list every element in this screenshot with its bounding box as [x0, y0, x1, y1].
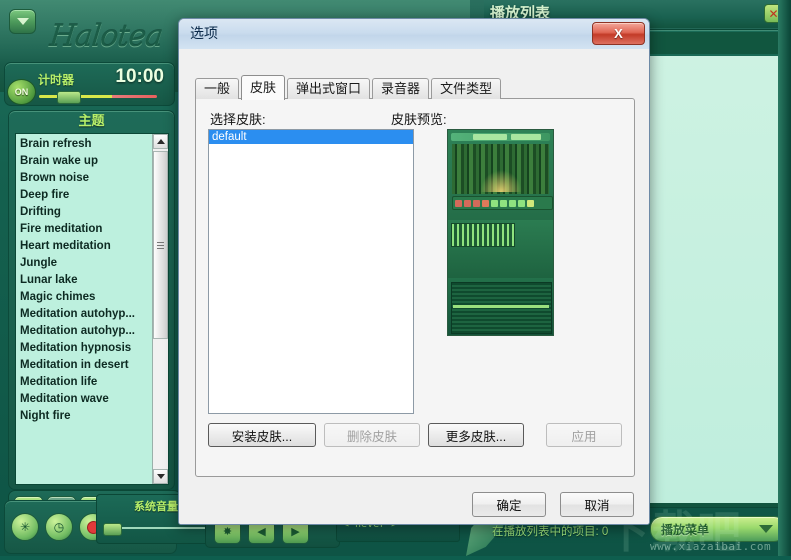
theme-list-item[interactable]: Fire meditation [16, 221, 168, 238]
ok-button[interactable]: 确定 [472, 492, 546, 517]
theme-list-item[interactable]: Meditation autohyp... [16, 323, 168, 340]
theme-list-item[interactable]: Heart meditation [16, 238, 168, 255]
settings-gear-icon[interactable]: ✳ [11, 513, 39, 541]
scroll-down-icon[interactable] [153, 469, 168, 484]
preview-forest-art [452, 144, 549, 194]
close-icon[interactable]: X [592, 22, 645, 45]
dialog-tabstrip: 一般 皮肤 弹出式窗口 录音器 文件类型 [195, 75, 633, 100]
delete-skin-button: 删除皮肤 [324, 423, 420, 447]
app-menu-button[interactable] [9, 9, 36, 34]
dialog-titlebar [179, 19, 649, 50]
theme-list-item[interactable]: Brain wake up [16, 153, 168, 170]
preview-player-top [448, 130, 553, 221]
preview-controls [452, 196, 553, 210]
theme-list-item[interactable]: Brown noise [16, 170, 168, 187]
dialog-title: 选项 [190, 25, 218, 41]
chevron-down-icon [16, 18, 29, 25]
theme-list-item[interactable]: Meditation life [16, 374, 168, 391]
theme-list-item[interactable]: Deep fire [16, 187, 168, 204]
tab-3[interactable]: 录音器 [372, 78, 430, 99]
theme-list-item[interactable]: Night fire [16, 408, 168, 425]
install-skin-button[interactable]: 安装皮肤... [208, 423, 316, 447]
timer-slider[interactable] [39, 91, 157, 104]
timer-panel: ON 计时器 10:00 [4, 62, 175, 106]
skin-tab-panel: 选择皮肤: 皮肤预览: default 安装皮肤... 删除皮肤 更多皮肤...… [195, 98, 635, 477]
timer-slider-knob[interactable] [57, 91, 81, 104]
timer-label: 计时器 [38, 73, 75, 87]
theme-list-item[interactable]: Meditation wave [16, 391, 168, 408]
theme-list-scrollbar[interactable] [152, 134, 168, 484]
theme-list-item[interactable]: Meditation autohyp... [16, 306, 168, 323]
tab-1[interactable]: 皮肤 [241, 75, 286, 100]
scroll-up-icon[interactable] [153, 134, 168, 149]
theme-list-item[interactable]: Magic chimes [16, 289, 168, 306]
theme-list-item[interactable]: Lunar lake [16, 272, 168, 289]
timer-value: 10:00 [115, 66, 164, 87]
theme-panel: 主题 Brain refresh Brain wake up Brown noise… [8, 110, 175, 490]
preview-playlist-view [448, 278, 553, 335]
playlist-menu-label: 播放菜单 [661, 522, 710, 537]
app-logo: Halotea [47, 18, 165, 54]
window-right-edge [778, 0, 791, 556]
playlist-item-count: 在播放列表中的项目: 0 [492, 526, 609, 538]
tab-2[interactable]: 弹出式窗口 [287, 78, 371, 99]
preview-equalizer [448, 220, 553, 278]
skin-listbox[interactable]: default [208, 129, 414, 414]
skin-preview-label: 皮肤预览: [391, 112, 447, 127]
skin-action-buttons: 安装皮肤... 删除皮肤 更多皮肤... 应用 [208, 423, 622, 449]
timer-toggle[interactable]: ON [7, 79, 36, 105]
theme-panel-title: 主题 [78, 113, 105, 128]
theme-list-item[interactable]: Brain refresh [16, 136, 168, 153]
cancel-button[interactable]: 取消 [560, 492, 634, 517]
volume-slider-knob[interactable] [103, 523, 122, 536]
theme-list-item[interactable]: Meditation in desert [16, 357, 168, 374]
apply-button: 应用 [546, 423, 622, 447]
tab-4[interactable]: 文件类型 [431, 78, 502, 99]
chevron-down-icon [759, 525, 773, 533]
theme-list-item[interactable]: Meditation hypnosis [16, 340, 168, 357]
select-skin-label: 选择皮肤: [210, 112, 266, 127]
playlist-menu-button[interactable]: 播放菜单 [650, 516, 786, 542]
skin-list-item[interactable]: default [209, 130, 413, 144]
options-dialog: 选项 X 一般 皮肤 弹出式窗口 录音器 文件类型 选择皮肤: 皮肤预览: defaul… [178, 18, 650, 525]
skin-preview-image [447, 129, 554, 336]
bottom-icon-row: ✳ ◷ [11, 513, 107, 541]
scrollbar-thumb[interactable] [153, 151, 168, 339]
more-skins-button[interactable]: 更多皮肤... [428, 423, 524, 447]
dialog-body: 一般皮肤弹出式窗口录音器文件类型 选择皮肤: 皮肤预览: default [179, 49, 649, 524]
theme-list-item[interactable]: Drifting [16, 204, 168, 221]
preview-titlebar [451, 133, 550, 141]
theme-list[interactable]: Brain refresh Brain wake up Brown noise Dee… [15, 133, 169, 485]
tab-0[interactable]: 一般 [195, 78, 240, 99]
theme-list-item[interactable]: Jungle [16, 255, 168, 272]
left-column: ON 计时器 10:00 主题 Brain refresh Brain wake … [4, 62, 181, 530]
clock-icon[interactable]: ◷ [45, 513, 73, 541]
